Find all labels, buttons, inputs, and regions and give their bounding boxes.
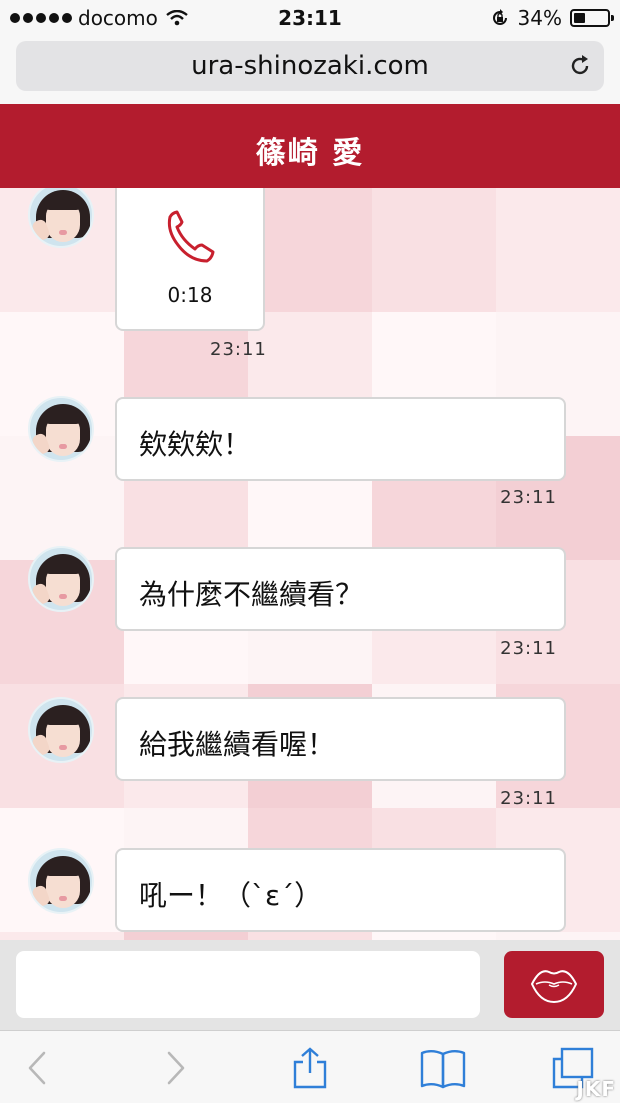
url-text: ura-shinozaki.com xyxy=(191,51,429,81)
battery-percent: 34% xyxy=(517,6,562,30)
bg-tile xyxy=(0,932,124,940)
reload-icon[interactable] xyxy=(568,54,592,78)
call-message-bubble[interactable]: 0:18 xyxy=(115,188,265,331)
battery-fill xyxy=(574,13,585,23)
bg-tile xyxy=(372,188,496,312)
status-right: 34% xyxy=(490,6,614,30)
watermark-logo: JKF xyxy=(576,1077,616,1101)
message-time: 23:11 xyxy=(500,487,557,508)
call-duration: 0:18 xyxy=(167,283,213,307)
message-input[interactable] xyxy=(16,951,480,1018)
message-time: 23:11 xyxy=(500,788,557,809)
address-bar[interactable]: ura-shinozaki.com xyxy=(16,41,604,91)
bg-tile xyxy=(248,932,372,940)
bg-tile xyxy=(496,188,620,312)
message-time: 23:11 xyxy=(210,339,267,360)
status-bar: docomo 23:11 34% xyxy=(0,0,620,36)
chat-header: 篠崎 愛 xyxy=(0,104,620,188)
bookmarks-icon[interactable] xyxy=(420,1047,466,1089)
battery-icon xyxy=(570,9,614,27)
bg-tile xyxy=(496,932,620,940)
message-text: 為什麼不繼續看？ xyxy=(139,578,364,611)
message-bubble[interactable]: 為什麼不繼續看？ xyxy=(115,547,566,631)
contact-name: 篠崎 愛 xyxy=(255,136,365,171)
avatar[interactable] xyxy=(28,697,94,763)
phone-icon xyxy=(167,210,215,263)
forward-icon[interactable] xyxy=(155,1047,195,1089)
chat-area[interactable]: 0:18 23:11 欸欸欸！ 23:11 為什麼不繼續看？ 23:11 給我繼… xyxy=(0,188,620,940)
back-icon[interactable] xyxy=(18,1047,58,1089)
bg-tile xyxy=(124,932,248,940)
browser-toolbar: JKF xyxy=(0,1030,620,1103)
message-bubble[interactable]: 欸欸欸！ xyxy=(115,397,566,481)
rotation-lock-icon xyxy=(492,9,507,25)
message-bubble[interactable]: 吼ー！（`ε´） xyxy=(115,848,566,932)
avatar[interactable] xyxy=(28,396,94,462)
share-icon[interactable] xyxy=(290,1047,330,1089)
message-time: 23:11 xyxy=(500,638,557,659)
bg-tile xyxy=(248,188,372,312)
message-text: 吼ー！（`ε´） xyxy=(139,879,323,912)
message-text: 給我繼續看喔！ xyxy=(139,728,336,761)
browser-address-area: ura-shinozaki.com xyxy=(0,36,620,104)
message-bubble[interactable]: 給我繼續看喔！ xyxy=(115,697,566,781)
send-kiss-button[interactable] xyxy=(504,951,604,1018)
bg-tile xyxy=(372,932,496,940)
lips-icon xyxy=(531,970,577,1003)
avatar[interactable] xyxy=(28,848,94,914)
message-text: 欸欸欸！ xyxy=(139,428,252,461)
message-composer xyxy=(0,940,620,1030)
avatar[interactable] xyxy=(28,546,94,612)
